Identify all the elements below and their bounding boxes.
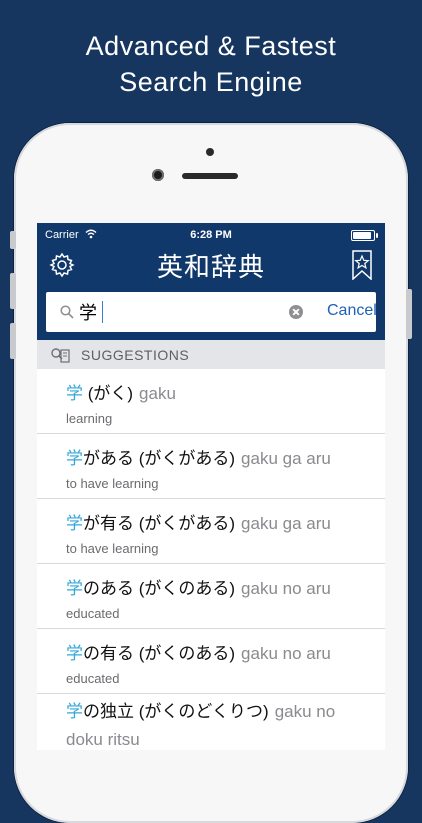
entry-romaji: gaku — [139, 384, 176, 403]
suggestion-list: 学 (がく) gaku learning 学がある (がくがある) gaku ga … — [37, 369, 385, 750]
power-button — [406, 289, 412, 339]
entry-meaning: to have learning — [66, 541, 159, 556]
entry-meaning: learning — [66, 411, 113, 426]
promo-headline: Advanced & Fastest Search Engine — [0, 28, 422, 100]
search-input[interactable] — [79, 300, 259, 324]
entry-match: 学 — [66, 644, 83, 663]
entry-heading: 学の独立 (がくのどくりつ) gaku no doku ritsu — [66, 698, 366, 750]
promo-line-2: Search Engine — [119, 67, 303, 97]
search-box[interactable]: Cancel — [46, 292, 377, 332]
volume-down-button — [10, 323, 16, 359]
navigation-bar: Carrier 6:28 PM 英和辞典 — [37, 223, 385, 290]
list-item[interactable]: 学の独立 (がくのどくりつ) gaku no doku ritsu — [37, 694, 385, 750]
earpiece-speaker — [182, 173, 238, 179]
entry-match: 学 — [66, 579, 83, 598]
entry-match: 学 — [66, 449, 83, 468]
entry-meaning: educated — [66, 606, 120, 621]
text-cursor — [102, 301, 103, 323]
status-time: 6:28 PM — [190, 229, 232, 241]
list-item[interactable]: 学が有る (がくがある) gaku ga aru to have learning — [37, 499, 385, 564]
search-bar: Cancel — [37, 290, 385, 340]
app-screen: Carrier 6:28 PM 英和辞典 学 Cancel SUGGESTION… — [37, 223, 385, 750]
list-item[interactable]: 学の有る (がくのある) gaku no aru educated — [37, 629, 385, 694]
entry-reading: がある (がくがある) — [83, 449, 236, 468]
entry-match: 学 — [66, 384, 83, 403]
promo-line-1: Advanced & Fastest — [85, 31, 337, 61]
entry-reading: (がく) — [83, 384, 134, 403]
entry-heading: 学の有る (がくのある) gaku no aru — [66, 639, 331, 664]
entry-match: 学 — [66, 514, 83, 533]
entry-romaji: gaku ga aru — [241, 514, 331, 533]
list-item[interactable]: 学 (がく) gaku learning — [37, 369, 385, 434]
entry-romaji: gaku ga aru — [241, 449, 331, 468]
entry-reading: の有る (がくのある) — [83, 644, 236, 663]
entry-reading: の独立 (がくのどくりつ) — [83, 702, 269, 721]
entry-romaji: gaku no aru — [241, 579, 331, 598]
entry-heading: 学がある (がくがある) gaku ga aru — [66, 444, 331, 469]
list-item[interactable]: 学がある (がくがある) gaku ga aru to have learning — [37, 434, 385, 499]
cancel-button[interactable]: Cancel — [327, 302, 377, 320]
app-title: 英和辞典 — [156, 252, 265, 282]
battery-icon — [351, 230, 378, 241]
entry-match: 学 — [66, 702, 83, 721]
volume-up-button — [10, 273, 16, 309]
entry-reading: が有る (がくがある) — [83, 514, 236, 533]
list-item[interactable]: 学のある (がくのある) gaku no aru educated — [37, 564, 385, 629]
entry-meaning: educated — [66, 671, 120, 686]
suggestions-header: SUGGESTIONS — [37, 340, 385, 369]
mute-switch — [10, 231, 16, 249]
suggestions-icon — [51, 348, 70, 363]
suggestions-label: SUGGESTIONS — [81, 347, 190, 363]
status-bar: Carrier 6:28 PM — [37, 223, 385, 243]
search-icon — [60, 305, 74, 319]
entry-heading: 学 (がく) gaku — [66, 379, 176, 404]
entry-heading: 学のある (がくのある) gaku no aru — [66, 574, 331, 599]
entry-romaji: gaku no aru — [241, 644, 331, 663]
entry-heading: 学が有る (がくがある) gaku ga aru — [66, 509, 331, 534]
clear-icon[interactable] — [289, 305, 303, 319]
bookmark-star-icon[interactable] — [351, 250, 373, 280]
sensor-dot — [206, 148, 214, 156]
entry-meaning: to have learning — [66, 476, 159, 491]
entry-reading: のある (がくのある) — [83, 579, 236, 598]
front-camera — [152, 169, 164, 181]
